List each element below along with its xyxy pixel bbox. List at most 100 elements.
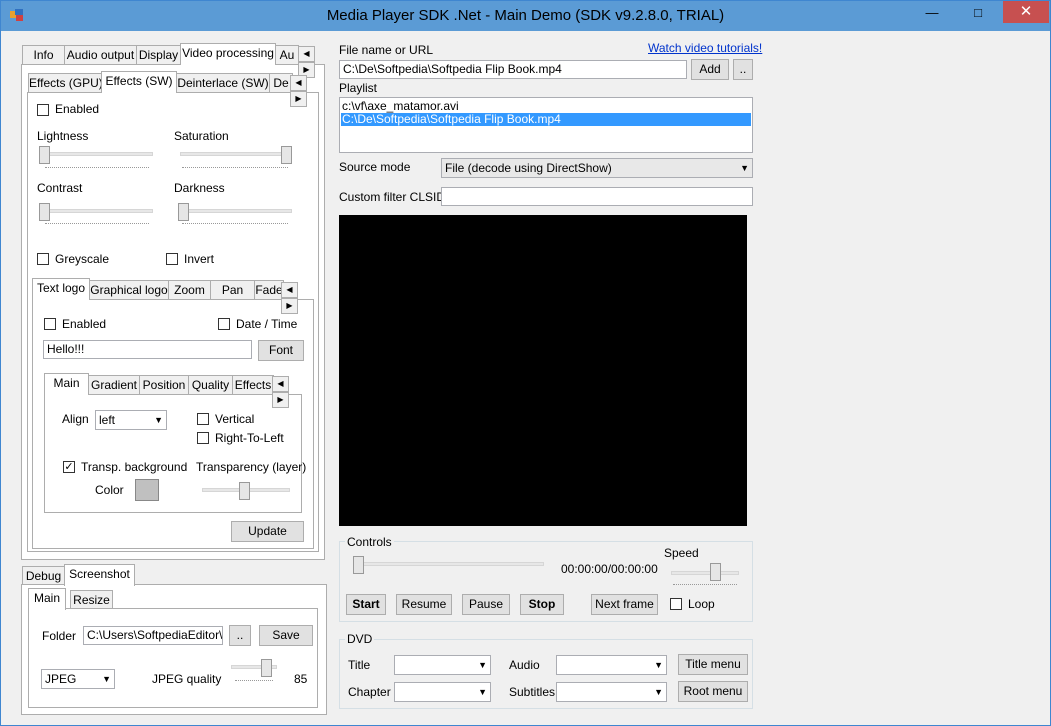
custom-filter-label: Custom filter CLSID <box>339 190 446 204</box>
transparency-label: Transparency (layer) <box>196 460 307 474</box>
video-display[interactable] <box>339 215 747 526</box>
main-tab-scroll[interactable]: ◀ ▶ <box>298 46 330 78</box>
transparency-slider[interactable] <box>239 482 250 500</box>
chevron-left-icon[interactable]: ◀ <box>298 46 315 62</box>
playlist-item-selected[interactable]: C:\De\Softpedia\Softpedia Flip Book.mp4 <box>341 113 751 126</box>
source-mode-label: Source mode <box>339 160 411 174</box>
dvd-label: DVD <box>345 632 375 646</box>
tab-deinterlace-sw[interactable]: Deinterlace (SW) <box>176 73 270 93</box>
tab-resize[interactable]: Resize <box>70 590 113 610</box>
tab-position[interactable]: Position <box>139 375 189 395</box>
next-frame-button[interactable]: Next frame <box>591 594 658 615</box>
tab-effects-sw[interactable]: Effects (SW) <box>101 71 177 93</box>
file-browse-button[interactable]: .. <box>733 59 753 80</box>
lightness-ticks <box>45 167 149 171</box>
logo-tab-scroll[interactable]: ◀ ▶ <box>281 282 313 314</box>
logo-enabled-checkbox[interactable] <box>44 318 56 330</box>
format-select[interactable]: JPEG ▼ <box>41 669 115 689</box>
tab-text-logo[interactable]: Text logo <box>32 278 90 300</box>
update-button[interactable]: Update <box>231 521 304 542</box>
darkness-slider[interactable] <box>178 203 189 221</box>
dvd-audio-select[interactable]: ▼ <box>556 655 667 675</box>
transp-background-checkbox[interactable]: ✓ <box>63 461 75 473</box>
dvd-subtitles-select[interactable]: ▼ <box>556 682 667 702</box>
greyscale-checkbox[interactable] <box>37 253 49 265</box>
rtl-label: Right-To-Left <box>215 431 284 445</box>
start-button[interactable]: Start <box>346 594 386 615</box>
stop-button[interactable]: Stop <box>520 594 564 615</box>
save-button[interactable]: Save <box>259 625 313 646</box>
contrast-slider[interactable] <box>39 203 50 221</box>
chevron-down-icon: ▼ <box>102 674 111 684</box>
folder-browse-button[interactable]: .. <box>229 625 251 646</box>
effects-enabled-checkbox[interactable] <box>37 104 49 116</box>
folder-input[interactable]: C:\Users\SoftpediaEditor\De <box>83 626 223 645</box>
file-name-label: File name or URL <box>339 43 434 57</box>
chevron-down-icon: ▼ <box>740 163 749 173</box>
rtl-checkbox[interactable] <box>197 432 209 444</box>
tab-screenshot[interactable]: Screenshot <box>64 564 135 586</box>
tab-zoom[interactable]: Zoom <box>168 280 211 300</box>
tab-info[interactable]: Info <box>22 45 65 65</box>
chevron-left-icon[interactable]: ◀ <box>290 75 307 91</box>
transp-background-label: Transp. background <box>81 460 188 474</box>
darkness-label: Darkness <box>174 181 225 195</box>
custom-filter-input[interactable] <box>441 187 753 206</box>
format-value: JPEG <box>45 672 77 686</box>
loop-checkbox[interactable] <box>670 598 682 610</box>
resume-button[interactable]: Resume <box>396 594 452 615</box>
jpeg-quality-slider[interactable] <box>261 659 272 677</box>
pause-button[interactable]: Pause <box>462 594 510 615</box>
source-mode-select[interactable]: File (decode using DirectShow) ▼ <box>441 158 753 178</box>
color-swatch[interactable] <box>135 479 159 501</box>
chevron-down-icon: ▼ <box>654 687 663 697</box>
tab-main[interactable]: Main <box>44 373 89 395</box>
minimize-icon[interactable]: — <box>909 2 955 23</box>
file-name-input[interactable]: C:\De\Softpedia\Softpedia Flip Book.mp4 <box>339 60 687 79</box>
tab-quality[interactable]: Quality <box>188 375 233 395</box>
tab-gradient[interactable]: Gradient <box>88 375 140 395</box>
title-bar[interactable]: Media Player SDK .Net - Main Demo (SDK v… <box>1 1 1050 31</box>
root-menu-button[interactable]: Root menu <box>678 681 748 702</box>
chevron-left-icon[interactable]: ◀ <box>281 282 298 298</box>
font-button[interactable]: Font <box>258 340 304 361</box>
speed-slider[interactable] <box>710 563 721 581</box>
dvd-title-select[interactable]: ▼ <box>394 655 491 675</box>
sub-tab-scroll[interactable]: ◀ ▶ <box>290 75 322 107</box>
logo-text-input[interactable]: Hello!!! <box>43 340 252 359</box>
app-window: Media Player SDK .Net - Main Demo (SDK v… <box>0 0 1051 726</box>
maximize-icon[interactable]: □ <box>955 2 1001 23</box>
tab-display[interactable]: Display <box>136 45 181 65</box>
vertical-checkbox[interactable] <box>197 413 209 425</box>
playlist-listbox[interactable]: c:\vf\axe_matamor.avi C:\De\Softpedia\So… <box>339 97 753 153</box>
tab-audio-truncated[interactable]: Au <box>275 45 299 65</box>
title-menu-button[interactable]: Title menu <box>678 654 748 675</box>
align-select[interactable]: left ▼ <box>95 410 167 430</box>
jpeg-quality-value: 85 <box>294 672 308 686</box>
tab-pan[interactable]: Pan <box>210 280 255 300</box>
seek-track <box>356 562 544 566</box>
lightness-slider[interactable] <box>39 146 50 164</box>
chevron-right-icon[interactable]: ▶ <box>272 392 289 408</box>
inner-tab-scroll[interactable]: ◀ ▶ <box>272 376 304 408</box>
tutorials-link[interactable]: Watch video tutorials! <box>648 41 762 55</box>
chevron-right-icon[interactable]: ▶ <box>281 298 298 314</box>
tab-fade[interactable]: Fade <box>254 280 284 300</box>
tab-debug[interactable]: Debug <box>22 566 65 586</box>
dvd-chapter-select[interactable]: ▼ <box>394 682 491 702</box>
tab-effects-gpu[interactable]: Effects (GPU) <box>28 73 102 93</box>
tab-video-processing[interactable]: Video processing <box>180 43 276 65</box>
seek-slider[interactable] <box>353 556 364 574</box>
chevron-left-icon[interactable]: ◀ <box>272 376 289 392</box>
tab-audio-output[interactable]: Audio output <box>64 45 137 65</box>
folder-label: Folder <box>42 629 77 643</box>
tab-screenshot-main[interactable]: Main <box>28 588 66 610</box>
chevron-right-icon[interactable]: ▶ <box>290 91 307 107</box>
tab-graphical-logo[interactable]: Graphical logo <box>89 280 169 300</box>
tab-effects[interactable]: Effects <box>232 375 274 395</box>
add-button[interactable]: Add <box>691 59 729 80</box>
saturation-slider[interactable] <box>281 146 292 164</box>
close-icon[interactable]: ✕ <box>1003 1 1049 23</box>
invert-checkbox[interactable] <box>166 253 178 265</box>
date-time-checkbox[interactable] <box>218 318 230 330</box>
